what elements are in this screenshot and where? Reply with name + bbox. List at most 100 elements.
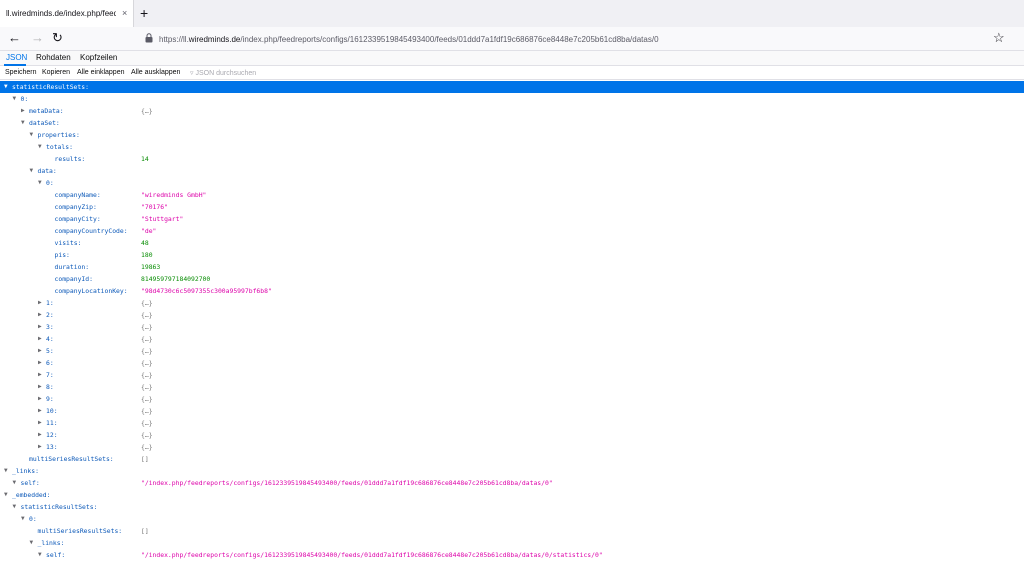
json-row[interactable]: ▼ statisticResultSets:	[0, 501, 1024, 513]
json-row[interactable]: ▶ 13: {…}	[0, 441, 1024, 453]
json-key: self:	[46, 551, 66, 559]
collapse-arrow-icon[interactable]: ▶	[38, 393, 42, 405]
json-key: _embedded:	[12, 491, 51, 499]
url-bar[interactable]: https://ll.wiredminds.de/index.php/feedr…	[140, 30, 985, 49]
json-row[interactable]: duration: 19863	[0, 261, 1024, 273]
json-row[interactable]: ▼ 0:	[0, 177, 1024, 189]
tab-headers[interactable]: Kopfzeilen	[80, 53, 117, 62]
json-row[interactable]: ▶ 8: {…}	[0, 381, 1024, 393]
json-row[interactable]: ▶ 5: {…}	[0, 345, 1024, 357]
json-value: "70176"	[141, 203, 168, 211]
json-row[interactable]: companyCity: "Stuttgart"	[0, 213, 1024, 225]
collapse-arrow-icon[interactable]: ▶	[38, 297, 42, 309]
json-row[interactable]: ▼ 0:	[0, 93, 1024, 105]
json-row[interactable]: ▶ 11: {…}	[0, 417, 1024, 429]
json-row[interactable]: ▶ 12: {…}	[0, 429, 1024, 441]
json-row[interactable]: companyId: 814959797184092700	[0, 273, 1024, 285]
json-value: "de"	[141, 227, 157, 235]
expand-arrow-icon[interactable]: ▼	[13, 501, 17, 513]
bookmark-star-icon[interactable]: ☆	[993, 30, 1005, 46]
json-row[interactable]: ▼ _links:	[0, 537, 1024, 549]
collapse-arrow-icon[interactable]: ▶	[38, 417, 42, 429]
json-row[interactable]: ▶ 7: {…}	[0, 369, 1024, 381]
collapse-arrow-icon[interactable]: ▶	[38, 321, 42, 333]
json-value: {…}	[141, 371, 153, 379]
json-row[interactable]: ▶ 1: {…}	[0, 297, 1024, 309]
browser-tab[interactable]: ll.wiredminds.de/index.php/feedrep ×	[0, 0, 134, 27]
json-row[interactable]: visits: 48	[0, 237, 1024, 249]
json-row[interactable]: ▶ 9: {…}	[0, 393, 1024, 405]
json-row[interactable]: ▼ self: "/index.php/feedreports/configs/16…	[0, 477, 1024, 489]
expand-arrow-icon[interactable]: ▼	[30, 165, 34, 177]
expand-arrow-icon[interactable]: ▼	[4, 81, 8, 93]
json-row[interactable]: ▶ 2: {…}	[0, 309, 1024, 321]
json-row[interactable]: ▼ data:	[0, 165, 1024, 177]
collapse-arrow-icon[interactable]: ▶	[38, 441, 42, 453]
json-row[interactable]: ▶ 10: {…}	[0, 405, 1024, 417]
collapse-arrow-icon[interactable]: ▶	[38, 405, 42, 417]
expand-arrow-icon[interactable]: ▼	[4, 465, 8, 477]
json-row[interactable]: companyZip: "70176"	[0, 201, 1024, 213]
close-icon[interactable]: ×	[122, 8, 127, 18]
tab-json[interactable]: JSON	[6, 53, 27, 62]
forward-button[interactable]: →	[31, 30, 44, 45]
json-row[interactable]: multiSeriesResultSets: []	[0, 453, 1024, 465]
collapse-all-button[interactable]: Alle einklappen	[77, 69, 124, 76]
expand-arrow-icon[interactable]: ▼	[21, 117, 25, 129]
json-value: 19863	[141, 263, 161, 271]
filter-json-input[interactable]: ▿ JSON durchsuchen	[190, 69, 256, 77]
json-value: {…}	[141, 431, 153, 439]
json-row[interactable]: ▼ dataSet:	[0, 117, 1024, 129]
json-row[interactable]: ▼ _links:	[0, 465, 1024, 477]
json-row[interactable]: ▶ 4: {…}	[0, 333, 1024, 345]
json-row[interactable]: pis: 180	[0, 249, 1024, 261]
expand-arrow-icon[interactable]: ▼	[13, 477, 17, 489]
expand-arrow-icon[interactable]: ▼	[38, 549, 42, 561]
new-tab-button[interactable]: +	[140, 5, 148, 21]
collapse-arrow-icon[interactable]: ▶	[38, 309, 42, 321]
json-key: _links:	[37, 539, 65, 547]
json-key: dataSet:	[29, 119, 60, 127]
json-row[interactable]: ▶ 3: {…}	[0, 321, 1024, 333]
expand-all-button[interactable]: Alle ausklappen	[131, 69, 180, 76]
json-row[interactable]: ▼ self: "/index.php/feedreports/configs/16…	[0, 549, 1024, 561]
json-row[interactable]: multiSeriesResultSets: []	[0, 525, 1024, 537]
back-button[interactable]: ←	[8, 30, 21, 45]
reload-button[interactable]: ↻	[52, 30, 63, 46]
expand-arrow-icon[interactable]: ▼	[21, 513, 25, 525]
expand-arrow-icon[interactable]: ▼	[38, 141, 42, 153]
json-row[interactable]: ▶ metaData: {…}	[0, 105, 1024, 117]
json-row[interactable]: ▶ 6: {…}	[0, 357, 1024, 369]
collapse-arrow-icon[interactable]: ▶	[21, 105, 25, 117]
json-row[interactable]: ▼ properties:	[0, 129, 1024, 141]
copy-button[interactable]: Kopieren	[42, 69, 70, 76]
collapse-arrow-icon[interactable]: ▶	[38, 369, 42, 381]
json-value: {…}	[141, 359, 153, 367]
collapse-arrow-icon[interactable]: ▶	[38, 333, 42, 345]
json-key: 11:	[46, 419, 58, 427]
expand-arrow-icon[interactable]: ▼	[13, 93, 17, 105]
expand-arrow-icon[interactable]: ▼	[30, 537, 34, 549]
save-button[interactable]: Speichern	[5, 69, 37, 76]
expand-arrow-icon[interactable]: ▼	[38, 177, 42, 189]
tab-raw-data[interactable]: Rohdaten	[36, 53, 71, 62]
collapse-arrow-icon[interactable]: ▶	[38, 429, 42, 441]
json-key: 8:	[46, 383, 54, 391]
json-row[interactable]: companyCountryCode: "de"	[0, 225, 1024, 237]
json-row[interactable]: ▼ totals:	[0, 141, 1024, 153]
json-row[interactable]: companyName: "wiredminds GmbH"	[0, 189, 1024, 201]
json-row[interactable]: companyLocationKey: "98d4730c6c5097355c30…	[0, 285, 1024, 297]
collapse-arrow-icon[interactable]: ▶	[38, 357, 42, 369]
expand-arrow-icon[interactable]: ▼	[4, 489, 8, 501]
json-row[interactable]: results: 14	[0, 153, 1024, 165]
json-row[interactable]: ▼ 0:	[0, 513, 1024, 525]
json-key: multiSeriesResultSets:	[29, 455, 114, 463]
json-value: {…}	[141, 383, 153, 391]
expand-arrow-icon[interactable]: ▼	[30, 129, 34, 141]
json-key: 6:	[46, 359, 54, 367]
json-row[interactable]: ▼ statisticResultSets:	[0, 81, 1024, 93]
collapse-arrow-icon[interactable]: ▶	[38, 381, 42, 393]
collapse-arrow-icon[interactable]: ▶	[38, 345, 42, 357]
json-key: data:	[37, 167, 57, 175]
json-row[interactable]: ▼ _embedded:	[0, 489, 1024, 501]
